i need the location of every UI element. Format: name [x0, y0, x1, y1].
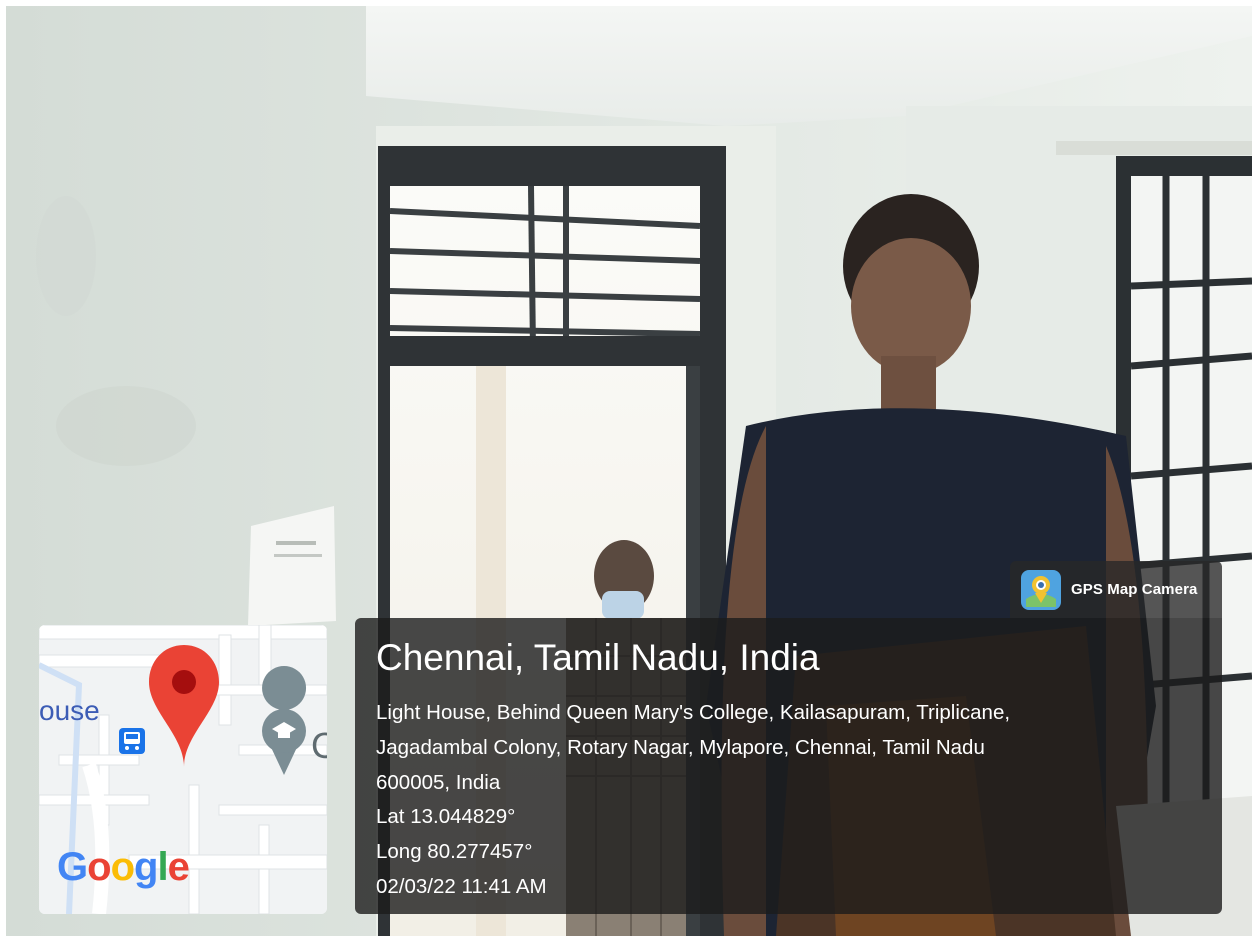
location-title: Chennai, Tamil Nadu, India [376, 637, 820, 678]
google-logo-e: e [167, 845, 190, 889]
gps-map-camera-icon [1020, 569, 1062, 611]
map-place-label: ouse [39, 695, 100, 726]
location-info-panel: Chennai, Tamil Nadu, India Light House, … [355, 618, 1222, 914]
map-edge-label: C [311, 725, 327, 766]
address-line-1: Light House, Behind Queen Mary's College… [376, 701, 1011, 724]
address-line-2: Jagadambal Colony, Rotary Nagar, Mylapor… [376, 736, 985, 759]
timestamp-text: 02/03/22 11:41 AM [376, 875, 547, 898]
google-logo-o2: o [110, 845, 135, 889]
google-logo-g: G [57, 845, 88, 889]
latitude-text: Lat 13.044829° [376, 805, 516, 828]
gps-map-camera-badge: GPS Map Camera [1010, 561, 1222, 618]
google-logo-o1: o [87, 845, 111, 889]
google-logo-g2: g [134, 845, 158, 889]
longitude-text: Long 80.277457° [376, 840, 533, 863]
google-logo-l: l [157, 845, 168, 889]
address-line-3: 600005, India [376, 771, 501, 794]
map-thumbnail: ouse C Google [39, 625, 327, 914]
google-logo: Google [57, 845, 190, 890]
bus-stop-icon [119, 728, 145, 754]
badge-label: GPS Map Camera [1071, 581, 1198, 598]
photo-frame: GPS Map Camera Chennai, Tamil Nadu, Indi… [6, 6, 1252, 936]
